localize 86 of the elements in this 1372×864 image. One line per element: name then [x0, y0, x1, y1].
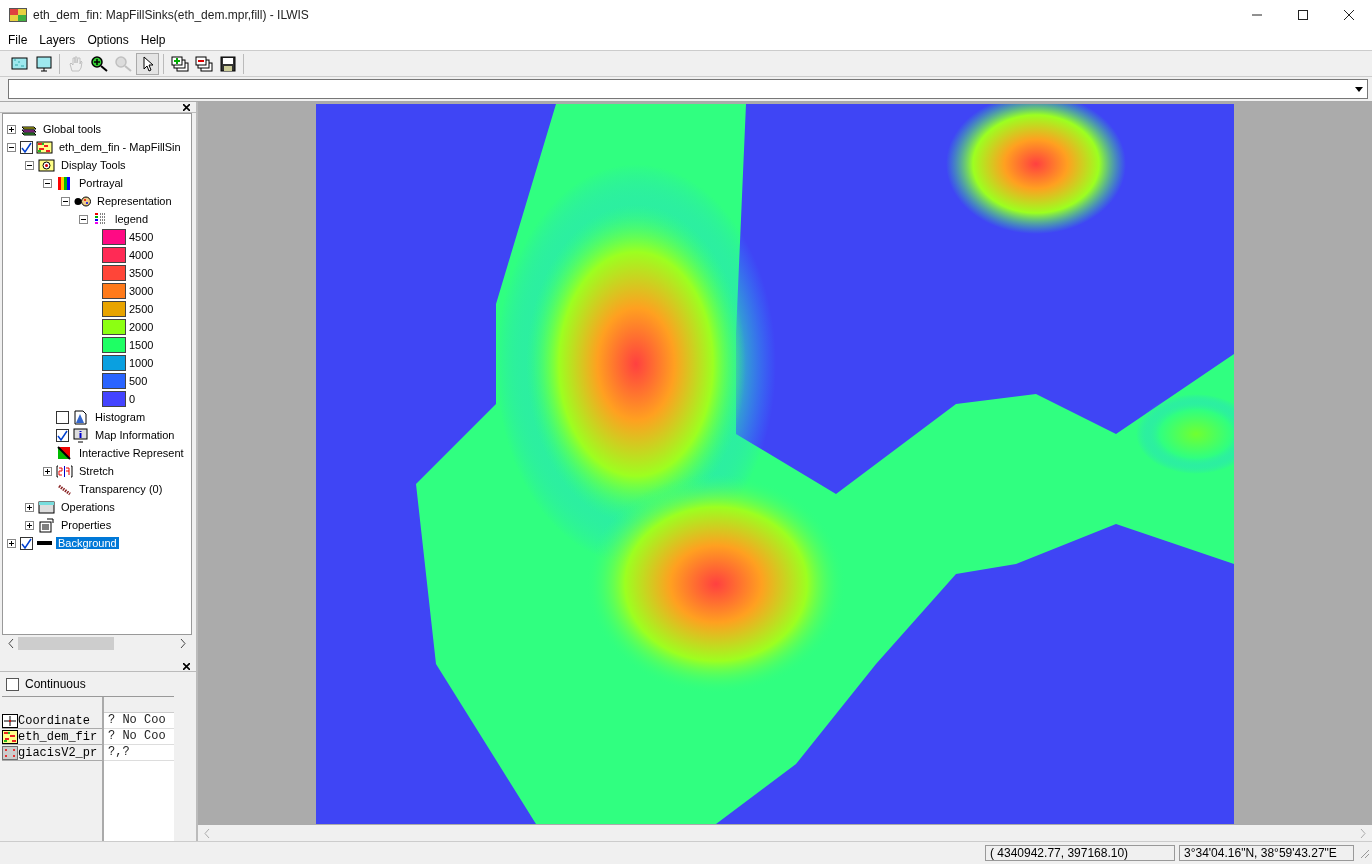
pointer-button[interactable]: [136, 52, 159, 75]
entire-map-icon: [10, 55, 29, 72]
legend-value: 3000: [129, 285, 154, 297]
layer-dropdown[interactable]: [8, 79, 1368, 99]
legend-value: 1000: [129, 357, 154, 369]
info-icon: [72, 427, 89, 443]
expand-icon[interactable]: [7, 124, 16, 134]
scrollbar-thumb[interactable]: [18, 636, 114, 650]
raster-icon: [2, 729, 18, 744]
histogram-icon: [72, 409, 89, 425]
table-cell: ? No Coo: [104, 713, 174, 729]
collapse-icon[interactable]: [7, 142, 16, 152]
properties-icon: [38, 517, 55, 533]
tree-item[interactable]: Map Information: [93, 429, 177, 441]
rainbow-icon: [56, 175, 73, 191]
operations-icon: [38, 499, 55, 515]
tree-item[interactable]: eth_dem_fin - MapFillSin: [57, 141, 183, 153]
window-title: eth_dem_fin: MapFillSinks(eth_dem.mpr,fill) - ILWIS: [33, 8, 309, 22]
scroll-right-icon[interactable]: [180, 638, 186, 648]
tree-item[interactable]: Global tools: [41, 123, 104, 135]
tree-item[interactable]: Representation: [95, 195, 174, 207]
pan-icon: [66, 55, 85, 72]
table-cell: ? No Coo: [104, 729, 174, 745]
lat-lon-coordinates: 3°34'04.16"N, 38°59'43.27"E: [1179, 845, 1354, 861]
app-icon: [9, 8, 27, 22]
continuous-checkbox[interactable]: [6, 677, 19, 691]
menu-item[interactable]: File: [2, 33, 34, 47]
collapse-icon[interactable]: [25, 160, 34, 170]
zoom-out-icon: [114, 55, 133, 72]
collapse-icon[interactable]: [79, 214, 88, 224]
legend-value: 1500: [129, 339, 154, 351]
close-panel-icon[interactable]: [183, 662, 190, 670]
add-layer-icon: [170, 55, 189, 72]
expand-icon[interactable]: [25, 502, 34, 512]
interactive-icon: [56, 445, 73, 461]
tree-item[interactable]: Portrayal: [77, 177, 126, 189]
expand-icon[interactable]: [25, 520, 34, 530]
map-coordinates: ( 4340942.77, 397168.10): [985, 845, 1175, 861]
tree-item[interactable]: Histogram: [93, 411, 148, 423]
close-panel-icon[interactable]: [183, 103, 190, 111]
layer-checkbox[interactable]: [56, 410, 69, 424]
table-cell: ?,?: [104, 745, 174, 761]
table-cell: giacisV2_pr: [18, 745, 98, 760]
legend-value: 500: [129, 375, 148, 387]
tree-item[interactable]: Stretch: [77, 465, 116, 477]
layer-checkbox[interactable]: [20, 536, 33, 550]
layer-checkbox[interactable]: [20, 140, 33, 154]
collapse-icon[interactable]: [61, 196, 70, 206]
expand-icon[interactable]: [7, 538, 16, 548]
raster-icon: [36, 139, 53, 155]
tree-item[interactable]: Background: [56, 537, 119, 549]
resize-grip-icon[interactable]: [1358, 847, 1370, 859]
palette-icon: [74, 193, 91, 209]
stretch-icon: [56, 463, 73, 479]
legend-value: 4000: [129, 249, 154, 261]
remove-layer-icon: [194, 55, 213, 72]
tree-item[interactable]: Interactive Represent: [77, 447, 186, 459]
tree-item[interactable]: Display Tools: [59, 159, 128, 171]
menu-item[interactable]: Options: [81, 33, 135, 47]
legend-value: 2000: [129, 321, 154, 333]
collapse-icon[interactable]: [43, 178, 52, 188]
table-cell: eth_dem_fir: [18, 729, 98, 744]
monitor-icon: [34, 55, 53, 72]
expand-icon[interactable]: [43, 466, 52, 476]
legend-value: 4500: [129, 231, 154, 243]
legend-value: 3500: [129, 267, 154, 279]
points-icon: [2, 745, 18, 760]
maximize-icon: [1298, 10, 1308, 20]
tree-item[interactable]: Properties: [59, 519, 114, 531]
checkbox-label: Continuous: [25, 677, 86, 691]
scroll-left-icon[interactable]: [8, 638, 14, 648]
legend-value: 0: [129, 393, 136, 405]
menu-item[interactable]: Help: [134, 33, 172, 47]
tree-item[interactable]: Transparency (0): [77, 483, 165, 495]
menu-item[interactable]: Layers: [33, 33, 82, 47]
dropdown-caret-icon: [1355, 86, 1363, 92]
legend-value: 2500: [129, 303, 154, 315]
coordinate-icon: [2, 713, 18, 728]
tree-item[interactable]: legend: [113, 213, 151, 225]
display-icon: [38, 157, 55, 173]
layer-checkbox[interactable]: [56, 428, 69, 442]
save-icon: [218, 55, 237, 72]
table-cell: Coordinate: [18, 713, 90, 728]
close-icon: [1344, 10, 1354, 20]
tree-item[interactable]: Operations: [59, 501, 117, 513]
zoom-in-icon: [90, 55, 109, 72]
